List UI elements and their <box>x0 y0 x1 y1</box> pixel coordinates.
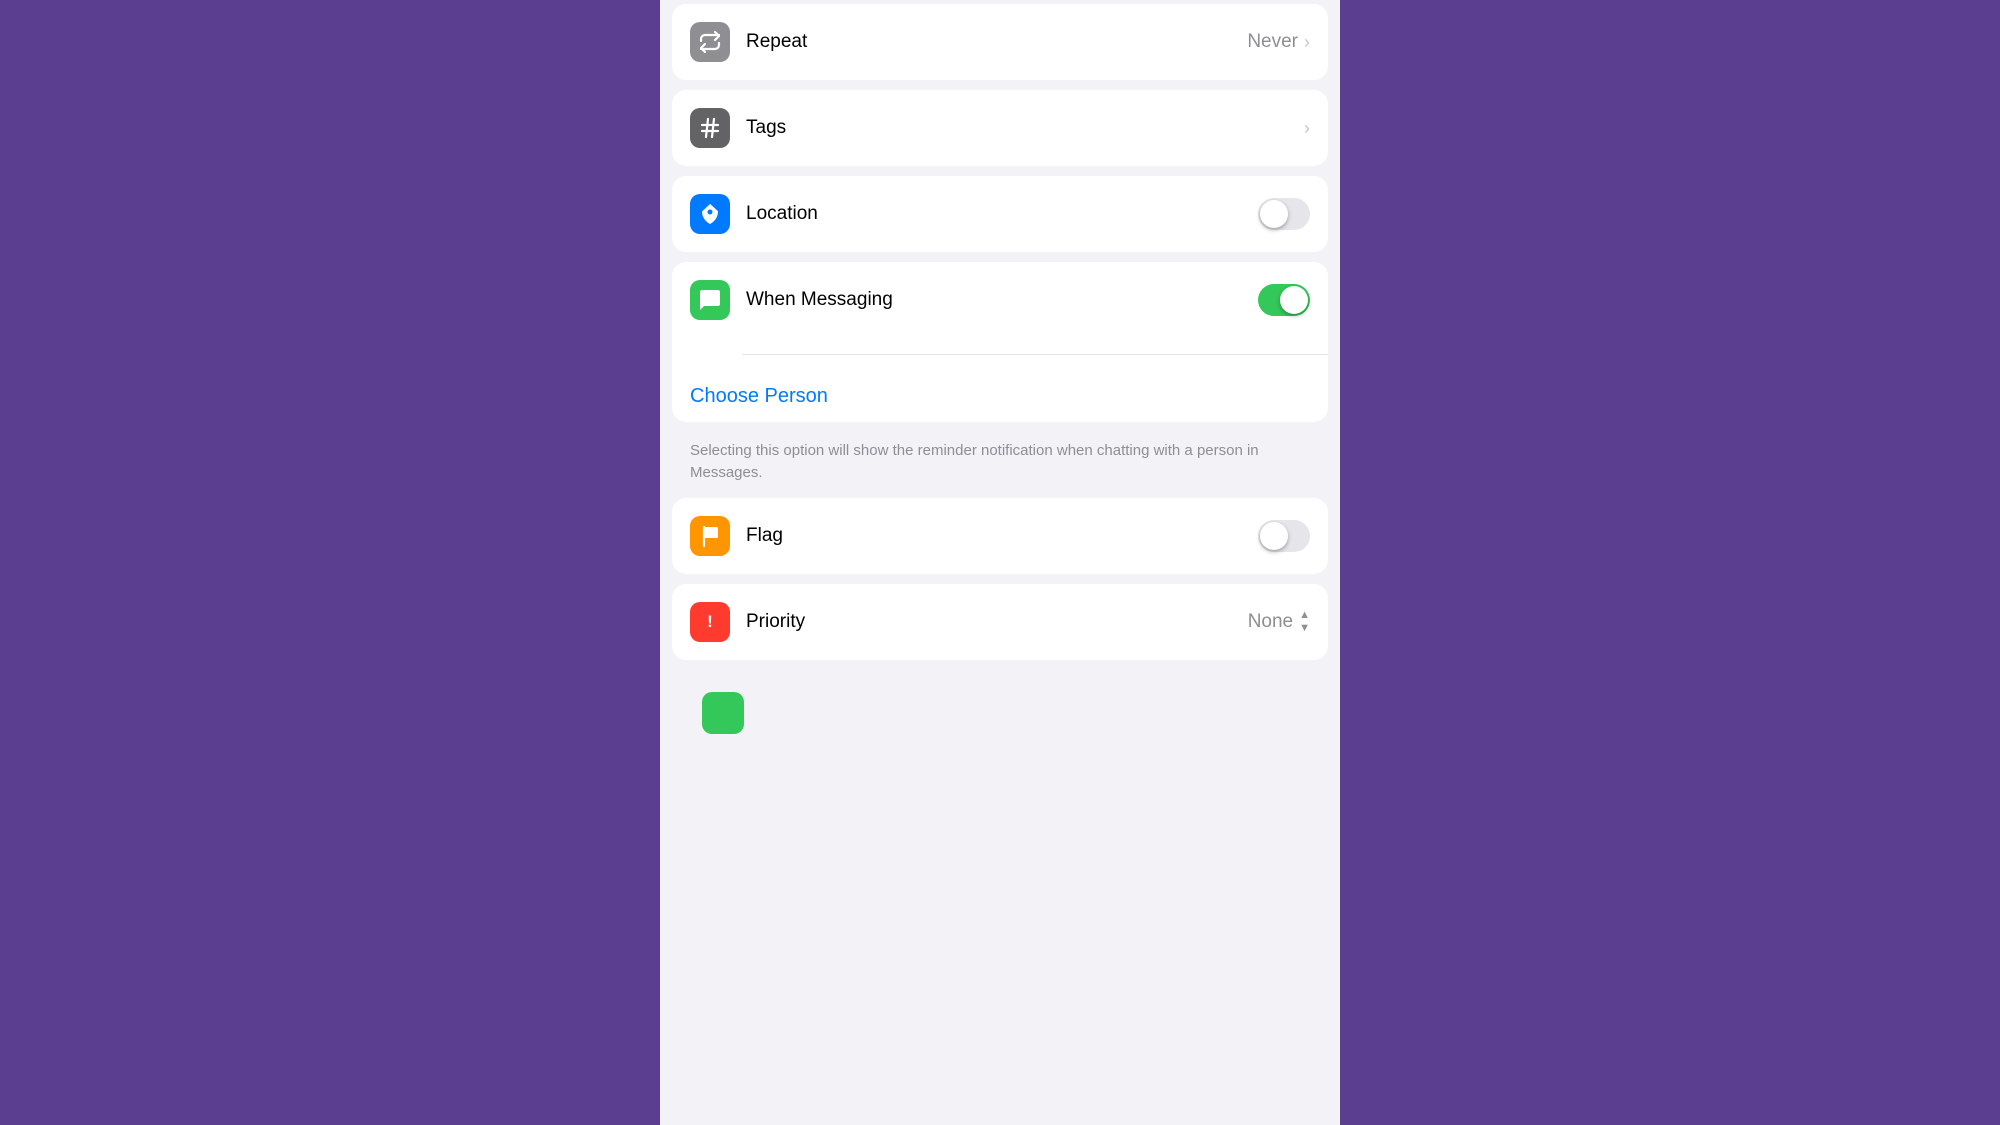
bottom-hint <box>672 676 1340 726</box>
bottom-circle-inner <box>702 692 744 734</box>
location-toggle-knob <box>1260 200 1288 228</box>
priority-arrow-up: ▲ <box>1299 609 1310 621</box>
priority-value[interactable]: None ▲ ▼ <box>1248 609 1310 633</box>
messaging-label: When Messaging <box>746 289 1242 311</box>
location-icon <box>698 202 722 226</box>
info-text: Selecting this option will show the remi… <box>672 432 1328 488</box>
repeat-label: Repeat <box>746 31 1231 53</box>
priority-arrow-down: ▼ <box>1299 622 1310 634</box>
messages-icon <box>698 288 722 312</box>
priority-row[interactable]: ! Priority None ▲ ▼ <box>672 584 1328 660</box>
choose-person-row[interactable]: Choose Person <box>672 371 1328 422</box>
repeat-value: Never › <box>1247 31 1310 53</box>
tags-row[interactable]: Tags › <box>672 90 1328 166</box>
tags-icon-box <box>690 108 730 148</box>
messaging-main-row[interactable]: When Messaging <box>672 262 1328 338</box>
priority-stepper-arrows: ▲ ▼ <box>1299 609 1310 633</box>
location-icon-box <box>690 194 730 234</box>
repeat-icon <box>698 30 722 54</box>
content-area: Repeat Never › Tags › <box>660 0 1340 1125</box>
location-row[interactable]: Location <box>672 176 1328 252</box>
priority-icon: ! <box>698 610 722 634</box>
flag-icon <box>698 524 722 548</box>
location-label: Location <box>746 203 1242 225</box>
flag-label: Flag <box>746 525 1242 547</box>
location-toggle[interactable] <box>1258 198 1310 230</box>
flag-toggle[interactable] <box>1258 520 1310 552</box>
priority-label: Priority <box>746 611 1232 633</box>
repeat-row[interactable]: Repeat Never › <box>672 4 1328 80</box>
repeat-chevron: › <box>1304 32 1310 53</box>
tags-label: Tags <box>746 117 1288 139</box>
hashtag-icon <box>698 116 722 140</box>
priority-value-text: None <box>1248 611 1293 633</box>
messaging-icon-box <box>690 280 730 320</box>
messaging-card: When Messaging Choose Person <box>672 262 1328 422</box>
flag-icon-box <box>690 516 730 556</box>
repeat-icon-box <box>690 22 730 62</box>
flag-row[interactable]: Flag <box>672 498 1328 574</box>
priority-icon-box: ! <box>690 602 730 642</box>
flag-toggle-knob <box>1260 522 1288 550</box>
messaging-toggle[interactable] <box>1258 284 1310 316</box>
tags-chevron: › <box>1304 118 1310 139</box>
phone-screen: Repeat Never › Tags › <box>660 0 1340 1125</box>
messaging-toggle-knob <box>1280 286 1308 314</box>
svg-text:!: ! <box>707 612 713 631</box>
messaging-divider <box>742 354 1328 355</box>
choose-person-text: Choose Person <box>690 385 828 407</box>
phone-container: Repeat Never › Tags › <box>660 0 1340 1125</box>
